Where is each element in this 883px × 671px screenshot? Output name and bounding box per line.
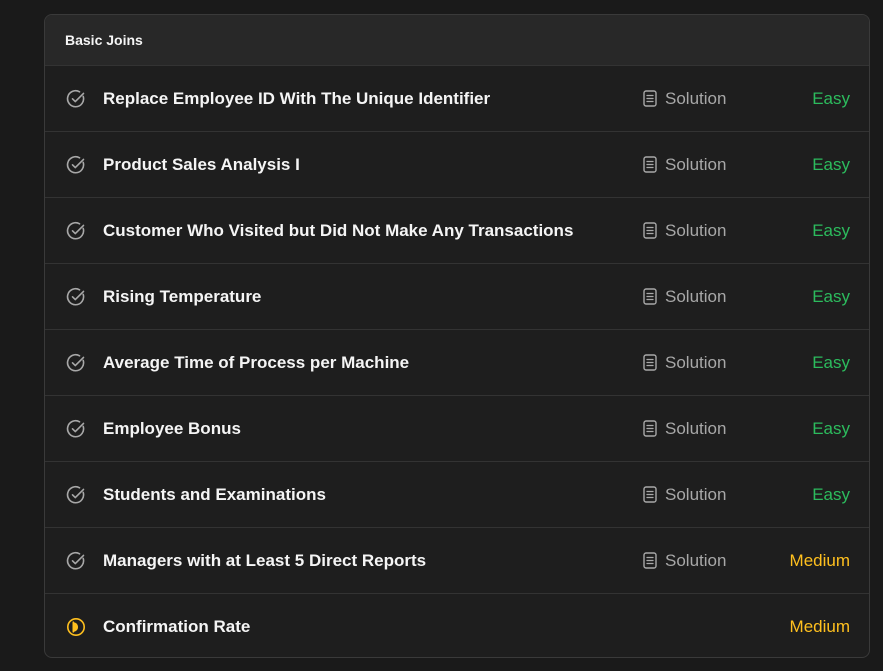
solution-label: Solution — [665, 220, 727, 240]
difficulty-badge: Easy — [812, 484, 850, 504]
section-header[interactable]: Basic Joins — [45, 15, 869, 66]
solution-link[interactable]: Solution — [643, 353, 726, 373]
difficulty-badge: Medium — [789, 617, 850, 636]
check-circle-icon — [66, 155, 86, 175]
problem-row[interactable]: Students and Examinations Solution Easy — [45, 462, 869, 528]
solution-label: Solution — [665, 286, 727, 306]
problem-row[interactable]: Product Sales Analysis I Solution Easy — [45, 132, 869, 198]
check-circle-icon — [66, 353, 86, 373]
problem-row[interactable]: Employee Bonus Solution Easy — [45, 396, 869, 462]
problem-list-panel: Basic Joins Replace Employee ID With The… — [44, 14, 870, 658]
document-icon — [643, 420, 657, 437]
check-circle-icon — [66, 485, 86, 505]
solution-link[interactable]: Solution — [643, 221, 726, 241]
difficulty-badge: Easy — [812, 286, 850, 306]
solution-label: Solution — [665, 550, 727, 570]
document-icon — [643, 552, 657, 569]
problem-title-link[interactable]: Average Time of Process per Machine — [103, 353, 409, 373]
problem-title-link[interactable]: Product Sales Analysis I — [103, 155, 300, 175]
problem-row[interactable]: Managers with at Least 5 Direct Reports S… — [45, 528, 869, 594]
solution-label: Solution — [665, 484, 727, 504]
solution-label: Solution — [665, 88, 727, 108]
section-title: Basic Joins — [65, 32, 143, 48]
solution-link[interactable]: Solution — [643, 287, 726, 307]
problem-title-link[interactable]: Rising Temperature — [103, 287, 261, 307]
problem-row[interactable]: Rising Temperature Solution Easy — [45, 264, 869, 330]
problem-row[interactable]: Average Time of Process per Machine Solut… — [45, 330, 869, 396]
difficulty-badge: Easy — [812, 352, 850, 372]
problem-title-link[interactable]: Customer Who Visited but Did Not Make An… — [103, 221, 573, 241]
check-circle-icon — [66, 89, 86, 109]
problem-row[interactable]: Customer Who Visited but Did Not Make An… — [45, 198, 869, 264]
check-circle-icon — [66, 221, 86, 241]
check-circle-icon — [66, 551, 86, 571]
document-icon — [643, 90, 657, 107]
solution-label: Solution — [665, 418, 727, 438]
difficulty-badge: Easy — [812, 418, 850, 438]
attempted-icon — [66, 617, 86, 637]
problem-title-link[interactable]: Students and Examinations — [103, 485, 326, 505]
problem-title-link[interactable]: Replace Employee ID With The Unique Iden… — [103, 89, 490, 109]
solution-link[interactable]: Solution — [643, 155, 726, 175]
check-circle-icon — [66, 419, 86, 439]
solution-link[interactable]: Solution — [643, 551, 726, 571]
problem-title-link[interactable]: Managers with at Least 5 Direct Reports — [103, 551, 426, 571]
problem-list: Replace Employee ID With The Unique Iden… — [45, 66, 869, 657]
difficulty-badge: Easy — [812, 220, 850, 240]
document-icon — [643, 222, 657, 239]
solution-label: Solution — [665, 154, 727, 174]
problem-title-link[interactable]: Confirmation Rate — [103, 617, 250, 637]
difficulty-badge: Easy — [812, 154, 850, 174]
document-icon — [643, 156, 657, 173]
problem-row[interactable]: Confirmation Rate Medium — [45, 594, 869, 657]
solution-link[interactable]: Solution — [643, 419, 726, 439]
difficulty-badge: Easy — [812, 88, 850, 108]
check-circle-icon — [66, 287, 86, 307]
document-icon — [643, 354, 657, 371]
solution-link[interactable]: Solution — [643, 89, 726, 109]
document-icon — [643, 288, 657, 305]
solution-link[interactable]: Solution — [643, 485, 726, 505]
difficulty-badge: Medium — [789, 550, 850, 570]
problem-row[interactable]: Replace Employee ID With The Unique Iden… — [45, 66, 869, 132]
document-icon — [643, 486, 657, 503]
solution-label: Solution — [665, 352, 727, 372]
problem-title-link[interactable]: Employee Bonus — [103, 419, 241, 439]
